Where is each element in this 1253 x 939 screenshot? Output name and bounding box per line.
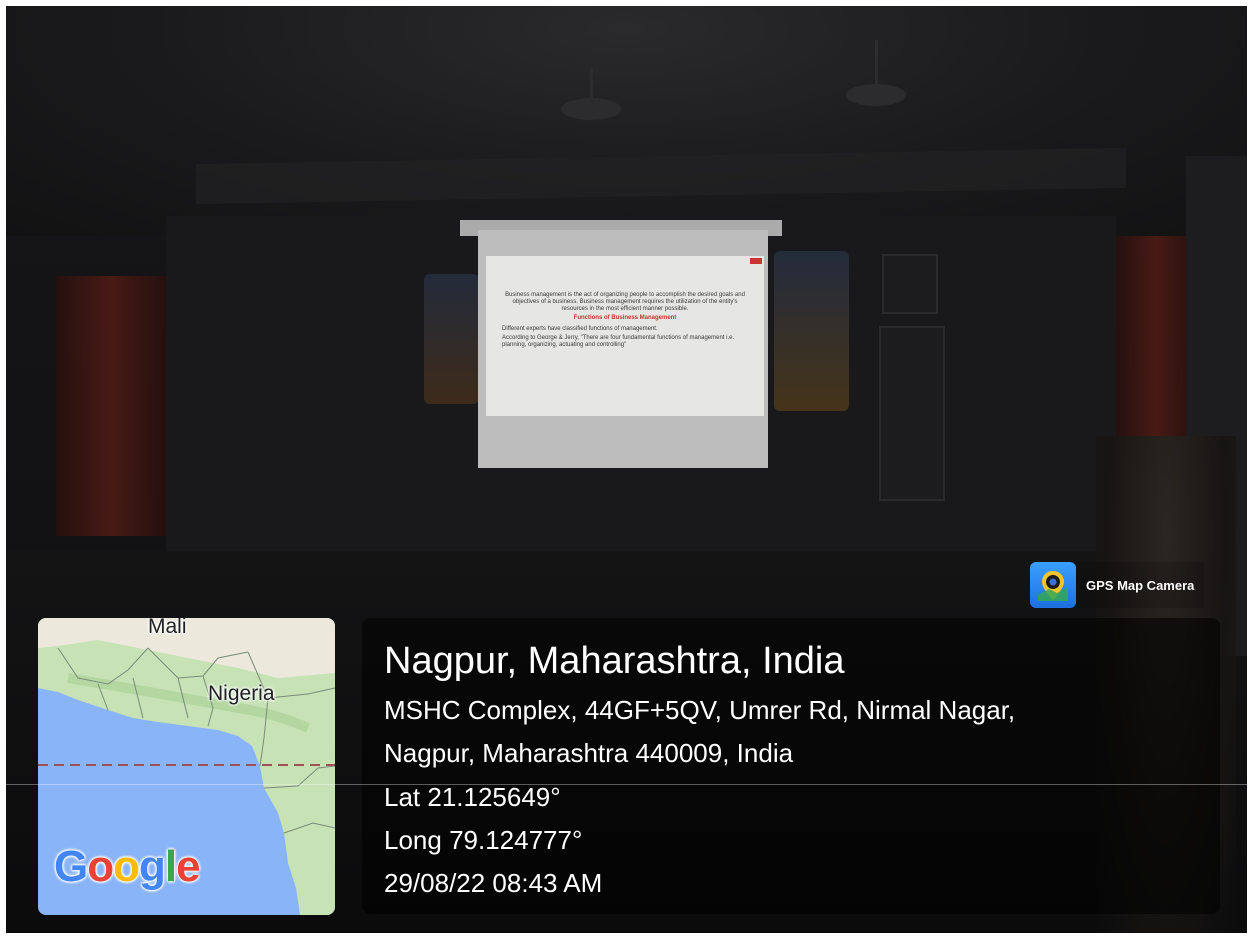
slide-paragraph: Business management is the act of organi… — [505, 292, 745, 312]
location-title: Nagpur, Maharashtra, India — [384, 640, 845, 682]
wall-frame — [879, 326, 945, 501]
map-thumbnail: Mali Nigeria Google — [38, 618, 335, 915]
gps-map-camera-badge: GPS Map Camera — [1030, 562, 1205, 608]
longitude: Long 79.124777° — [384, 825, 583, 855]
wall-banner — [424, 274, 479, 404]
address-line: Nagpur, Maharashtra 440009, India — [384, 738, 794, 768]
latitude: Lat 21.125649° — [384, 782, 561, 812]
ceiling — [6, 6, 1247, 236]
slide-line: According to George & Jerry, "There are … — [502, 335, 735, 348]
timestamp: 29/08/22 08:43 AM — [384, 868, 603, 898]
horizontal-rule — [0, 784, 1253, 785]
ceiling-fan — [846, 84, 906, 106]
map-label-mali: Mali — [148, 618, 187, 638]
ceiling-fan — [561, 98, 621, 120]
wall-frame — [882, 254, 938, 314]
fan-rod — [590, 68, 593, 100]
curtain-left — [56, 276, 166, 536]
app-name: GPS Map Camera — [1086, 577, 1195, 593]
fan-rod — [875, 40, 878, 86]
presentation-slide: Business management is the act of organi… — [486, 256, 764, 416]
google-logo: Google — [54, 842, 201, 891]
camera-lens-icon — [1030, 562, 1076, 608]
slide-tag — [750, 258, 762, 264]
slide-heading: Functions of Business Management — [573, 315, 677, 321]
map-label-nigeria: Nigeria — [208, 682, 275, 705]
address-line: MSHC Complex, 44GF+5QV, Umrer Rd, Nirmal… — [384, 695, 1016, 725]
slide-line: Different experts have classified functi… — [502, 326, 658, 332]
wall-banner — [774, 251, 849, 411]
